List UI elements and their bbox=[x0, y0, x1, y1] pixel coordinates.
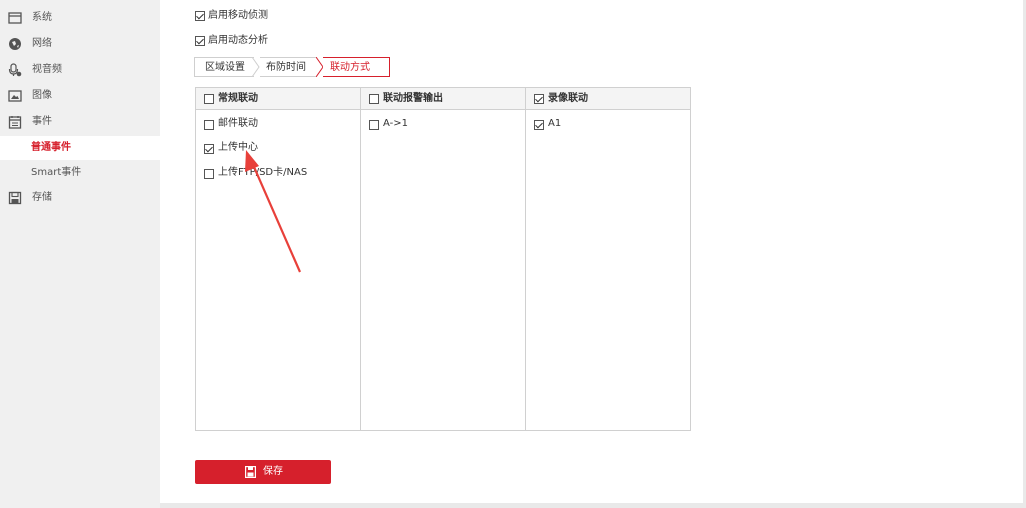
motion-detection-label: 启用移动侦测 bbox=[208, 10, 268, 21]
sidebar-item-smart-event[interactable]: Smart事件 bbox=[0, 161, 160, 185]
tab-area-settings[interactable]: 区域设置 bbox=[194, 57, 254, 77]
sidebar-item-system[interactable]: 系统 bbox=[0, 6, 160, 30]
alarm-output-label: A->1 bbox=[383, 118, 408, 129]
column-header: 联动报警输出 bbox=[383, 93, 443, 104]
sidebar-item-storage[interactable]: 存储 bbox=[0, 186, 160, 210]
upload-ftp-label: 上传FTP/SD卡/NAS bbox=[218, 167, 308, 178]
upload-center-checkbox[interactable] bbox=[204, 144, 214, 154]
dynamic-analysis-label: 启用动态分析 bbox=[208, 35, 268, 46]
window-icon bbox=[8, 11, 22, 25]
alarm-output-header-checkbox[interactable] bbox=[369, 94, 379, 104]
linkage-table-header bbox=[196, 88, 690, 110]
sidebar-item-label: 事件 bbox=[32, 116, 52, 127]
microphone-icon bbox=[8, 63, 22, 77]
sidebar-item-label: 网络 bbox=[32, 38, 52, 49]
record-channel-label: A1 bbox=[548, 118, 562, 129]
record-linkage-header-checkbox[interactable] bbox=[534, 94, 544, 104]
image-icon bbox=[8, 89, 22, 103]
sidebar-item-label: 存储 bbox=[32, 192, 52, 203]
tab-label: 布防时间 bbox=[266, 62, 306, 73]
sidebar-item-label: 图像 bbox=[32, 90, 52, 101]
main-panel: 启用移动侦测 启用动态分析 区域设置 布防时间 联动方式 常规联动 联动报警输出… bbox=[160, 0, 1023, 503]
sidebar-item-image[interactable]: 图像 bbox=[0, 84, 160, 108]
upload-center-label: 上传中心 bbox=[218, 142, 258, 153]
record-a1-checkbox[interactable] bbox=[534, 120, 544, 130]
tab-bar: 区域设置 布防时间 联动方式 bbox=[194, 57, 390, 77]
sidebar-item-label: Smart事件 bbox=[31, 167, 82, 178]
linkage-table: 常规联动 联动报警输出 录像联动 邮件联动 上传中心 上传FTP/SD卡/NAS… bbox=[195, 87, 691, 431]
column-header: 录像联动 bbox=[548, 93, 588, 104]
sidebar-item-label: 视音频 bbox=[32, 64, 62, 75]
sidebar-item-network[interactable]: 网络 bbox=[0, 32, 160, 56]
alarm-output-a1-checkbox[interactable] bbox=[369, 120, 379, 130]
sidebar-item-event[interactable]: 事件 bbox=[0, 110, 160, 134]
column-divider bbox=[360, 88, 361, 430]
column-divider bbox=[525, 88, 526, 430]
email-linkage-checkbox[interactable] bbox=[204, 120, 214, 130]
column-header: 常规联动 bbox=[218, 93, 258, 104]
floppy-icon bbox=[8, 191, 22, 205]
floppy-icon bbox=[245, 466, 256, 478]
upload-ftp-checkbox[interactable] bbox=[204, 169, 214, 179]
dynamic-analysis-checkbox[interactable] bbox=[195, 36, 205, 46]
motion-detection-checkbox[interactable] bbox=[195, 11, 205, 21]
globe-icon bbox=[8, 37, 22, 51]
tab-label: 联动方式 bbox=[330, 62, 370, 73]
email-linkage-label: 邮件联动 bbox=[218, 118, 258, 129]
tab-arm-schedule[interactable]: 布防时间 bbox=[260, 57, 316, 77]
sidebar-item-audio-video[interactable]: 视音频 bbox=[0, 58, 160, 82]
calendar-icon bbox=[8, 115, 22, 129]
save-button[interactable]: 保存 bbox=[195, 460, 331, 484]
sidebar-item-label: 系统 bbox=[32, 12, 52, 23]
tab-linkage-method[interactable]: 联动方式 bbox=[323, 57, 390, 77]
save-button-label: 保存 bbox=[263, 466, 283, 477]
normal-linkage-header-checkbox[interactable] bbox=[204, 94, 214, 104]
tab-separator-icon bbox=[252, 57, 260, 77]
sidebar: 系统 网络 视音频 图像 事件 普通事件 Smart事件 存储 bbox=[0, 0, 160, 508]
sidebar-item-normal-event[interactable]: 普通事件 bbox=[0, 136, 160, 160]
tab-label: 区域设置 bbox=[205, 62, 245, 73]
sidebar-item-label: 普通事件 bbox=[31, 142, 71, 153]
